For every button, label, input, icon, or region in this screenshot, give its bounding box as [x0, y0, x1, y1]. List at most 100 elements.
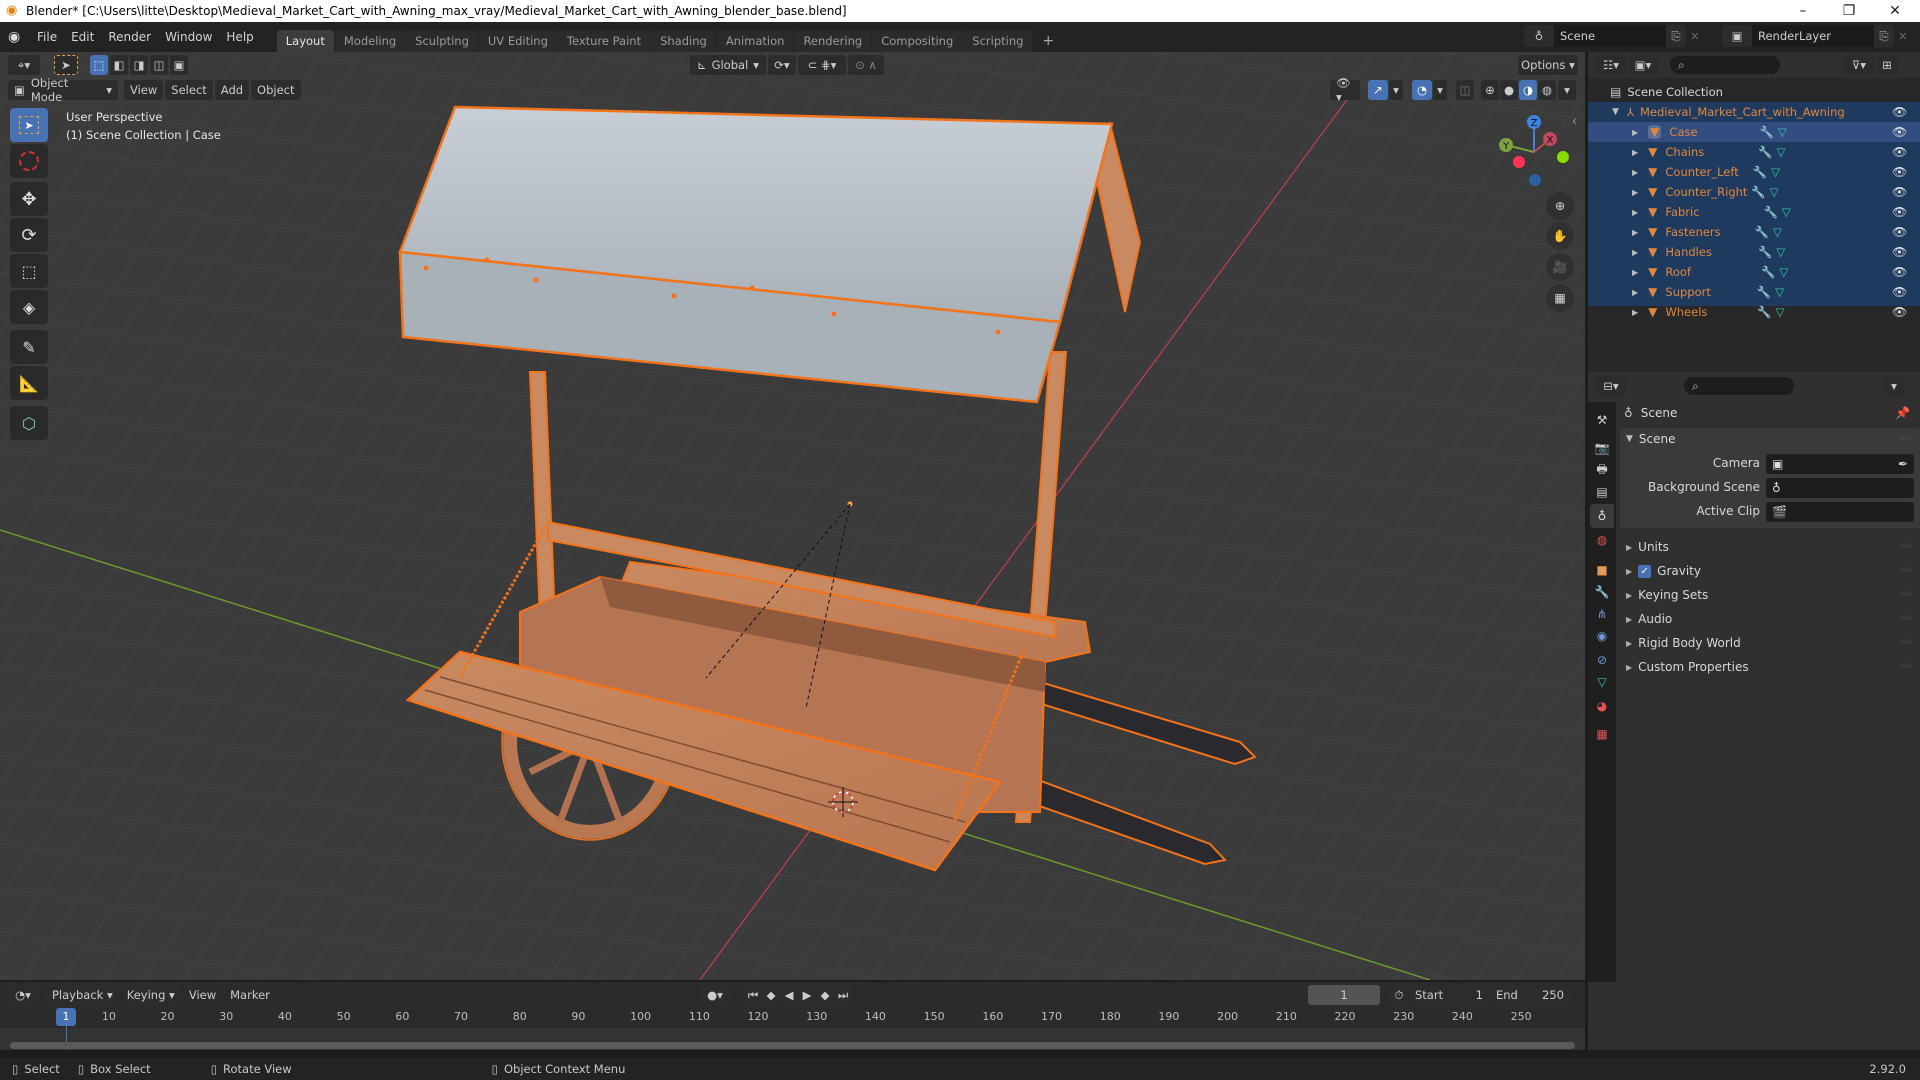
end-frame-field[interactable]: End 250	[1490, 985, 1570, 1005]
eyedropper-icon[interactable]: ✒	[1898, 457, 1908, 471]
background-scene-field[interactable]: ♁	[1766, 478, 1914, 498]
visibility-eye-icon[interactable]: 👁	[1892, 205, 1907, 219]
mesh-data-icon[interactable]: ▽	[1778, 125, 1787, 139]
modifier-wrench-icon[interactable]: 🔧	[1764, 205, 1778, 219]
mesh-data-icon[interactable]: ▽	[1776, 305, 1785, 319]
outliner-object-row[interactable]: ▶ ▼ Wheels 🔧 ▽ 👁	[1588, 302, 1920, 322]
overlays-dropdown[interactable]: ▾	[1433, 80, 1447, 100]
zoom-view-button[interactable]: ⊕	[1546, 192, 1574, 220]
tab-output[interactable]: 🖶	[1590, 458, 1614, 482]
3d-viewport[interactable]: Z Y X ⌖▾ ➤ ⬚ ◧ ◨ ◫ ▣ ⊾ Global ▾ ⟳▾ ⊂ ⋕▾ ⊙ …	[0, 52, 1585, 980]
playback-dropdown[interactable]: Playback ▾	[46, 985, 119, 1005]
modifier-wrench-icon[interactable]: 🔧	[1761, 265, 1775, 279]
gizmo-dropdown[interactable]: ▾	[1389, 80, 1403, 100]
mesh-data-icon[interactable]: ▽	[1775, 285, 1784, 299]
blender-menu-icon[interactable]: ◉	[8, 29, 30, 45]
tab-particles[interactable]: ⋔	[1590, 602, 1614, 626]
visibility-eye-icon[interactable]: 👁	[1892, 105, 1907, 119]
tab-material[interactable]: ◕	[1590, 694, 1614, 718]
active-tool-icon[interactable]: ➤	[54, 55, 78, 75]
tool-cursor[interactable]	[10, 144, 48, 178]
panel-custom-properties[interactable]: ▶ Custom Properties ⁘⁘	[1620, 656, 1920, 678]
new-view-layer-icon[interactable]: ⎘	[1874, 25, 1894, 47]
select-mode-extend-icon[interactable]: ◧	[110, 55, 128, 75]
tab-data[interactable]: ▽	[1590, 670, 1614, 694]
shading-solid[interactable]: ●	[1500, 80, 1518, 100]
tab-shading[interactable]: Shading	[651, 30, 716, 52]
modifier-wrench-icon[interactable]: 🔧	[1757, 285, 1771, 299]
display-mode-dropdown[interactable]: ▣▾	[1628, 55, 1658, 75]
scene-selector[interactable]: ♁ Scene ⎘ ✕	[1524, 25, 1704, 47]
pan-view-button[interactable]: ✋	[1546, 222, 1574, 250]
viewport-scene[interactable]: Z Y X	[0, 52, 1585, 980]
properties-editor-type-icon[interactable]: ⊟▾	[1596, 376, 1626, 396]
visibility-eye-icon[interactable]: 👁	[1892, 245, 1907, 259]
panel-units[interactable]: ▶ Units ⁘⁘	[1620, 536, 1920, 558]
outliner-scene-collection[interactable]: ▤ Scene Collection	[1588, 82, 1920, 102]
tool-select-box[interactable]: ➤	[10, 108, 48, 142]
expand-arrow-icon[interactable]: ▶	[1632, 308, 1638, 317]
properties-options-dropdown[interactable]: ▾	[1884, 376, 1904, 396]
tab-compositing[interactable]: Compositing	[872, 30, 963, 52]
playhead[interactable]: 1	[56, 1008, 76, 1026]
mesh-data-icon[interactable]: ▽	[1773, 225, 1782, 239]
mesh-data-icon[interactable]: ▽	[1776, 245, 1785, 259]
tab-texture[interactable]: ▦	[1590, 722, 1614, 746]
modifier-wrench-icon[interactable]: 🔧	[1760, 125, 1774, 139]
timeline-ruler[interactable]: 10 20 30 40 50 60 70 80 90 100 110 120 130 140 150 160 1…	[0, 1008, 1585, 1028]
drag-handle-icon[interactable]: ⁘⁘	[1899, 590, 1913, 600]
expand-arrow-icon[interactable]: ▶	[1632, 248, 1638, 257]
tab-modifiers[interactable]: 🔧	[1590, 580, 1614, 604]
auto-keying-toggle[interactable]: ●▾	[700, 985, 730, 1005]
panel-audio[interactable]: ▶ Audio ⁘⁘	[1620, 608, 1920, 630]
tab-sculpting[interactable]: Sculpting	[406, 30, 478, 52]
tool-measure[interactable]: 📐	[10, 366, 48, 400]
editor-type-icon[interactable]: ⌖▾	[8, 55, 40, 75]
scene-panel-header[interactable]: ▼ Scene ⁘⁘	[1620, 428, 1920, 450]
overlays-toggle[interactable]: ◔	[1412, 80, 1432, 100]
drag-handle-icon[interactable]: ⁘⁘	[1899, 638, 1913, 648]
tab-modeling[interactable]: Modeling	[334, 30, 406, 52]
expand-arrow-icon[interactable]: ▶	[1632, 188, 1638, 197]
modifier-wrench-icon[interactable]: 🔧	[1753, 165, 1767, 179]
gravity-checkbox[interactable]: ✓	[1638, 564, 1652, 578]
menu-render[interactable]: Render	[101, 22, 158, 52]
tool-transform[interactable]: ◈	[10, 290, 48, 324]
snapping-toggle[interactable]: ⊂ ⋕▾	[798, 55, 846, 75]
mesh-data-icon[interactable]: ▽	[1782, 205, 1791, 219]
tab-view-layer[interactable]: ▤	[1590, 480, 1614, 504]
scene-name-field[interactable]: Scene	[1554, 25, 1666, 47]
shading-dropdown[interactable]: ▾	[1558, 80, 1576, 100]
viewport-menu-select[interactable]: Select	[165, 80, 213, 100]
visibility-eye-icon[interactable]: 👁	[1892, 225, 1907, 239]
start-frame-field[interactable]: Start 1	[1409, 985, 1489, 1005]
gizmo-toggle[interactable]: ↗	[1368, 80, 1388, 100]
expand-arrow-icon[interactable]: ▶	[1632, 288, 1638, 297]
select-mode-intersect-icon[interactable]: ▣	[170, 55, 188, 75]
viewport-menu-view[interactable]: View	[124, 80, 164, 100]
view-layer-name-field[interactable]: RenderLayer	[1752, 25, 1874, 47]
play-button[interactable]: ▶	[798, 985, 816, 1005]
delete-scene-icon[interactable]: ✕	[1686, 29, 1704, 43]
outliner-object-row[interactable]: ▶ ▼ Fabric 🔧 ▽ 👁	[1588, 202, 1920, 222]
tab-scripting[interactable]: Scripting	[963, 30, 1033, 52]
tool-scale[interactable]: ⬚	[10, 254, 48, 288]
restore-button[interactable]: ❐	[1826, 0, 1872, 22]
tab-physics[interactable]: ◉	[1590, 624, 1614, 648]
camera-field[interactable]: ▣ ✒	[1766, 454, 1914, 474]
panel-keying-sets[interactable]: ▶ Keying Sets ⁘⁘	[1620, 584, 1920, 606]
tab-texture-paint[interactable]: Texture Paint	[557, 30, 651, 52]
shading-material[interactable]: ◑	[1519, 80, 1537, 100]
tab-world[interactable]: ◍	[1590, 528, 1614, 552]
tab-animation[interactable]: Animation	[716, 30, 794, 52]
new-collection-button[interactable]: ⊞	[1876, 55, 1898, 75]
prev-keyframe-button[interactable]: ◆	[762, 985, 780, 1005]
current-frame-field[interactable]: 1	[1308, 985, 1380, 1005]
menu-file[interactable]: File	[30, 22, 64, 52]
timeline-editor-type-icon[interactable]: ◔▾	[8, 985, 38, 1005]
tab-render[interactable]: 📷	[1590, 436, 1614, 460]
add-workspace-button[interactable]: +	[1033, 30, 1063, 52]
panel-gravity[interactable]: ▶ ✓ Gravity ⁘⁘	[1620, 560, 1920, 582]
outliner-object-row[interactable]: ▶ ▼ Counter_Left 🔧 ▽ 👁	[1588, 162, 1920, 182]
close-button[interactable]: ✕	[1872, 0, 1918, 22]
